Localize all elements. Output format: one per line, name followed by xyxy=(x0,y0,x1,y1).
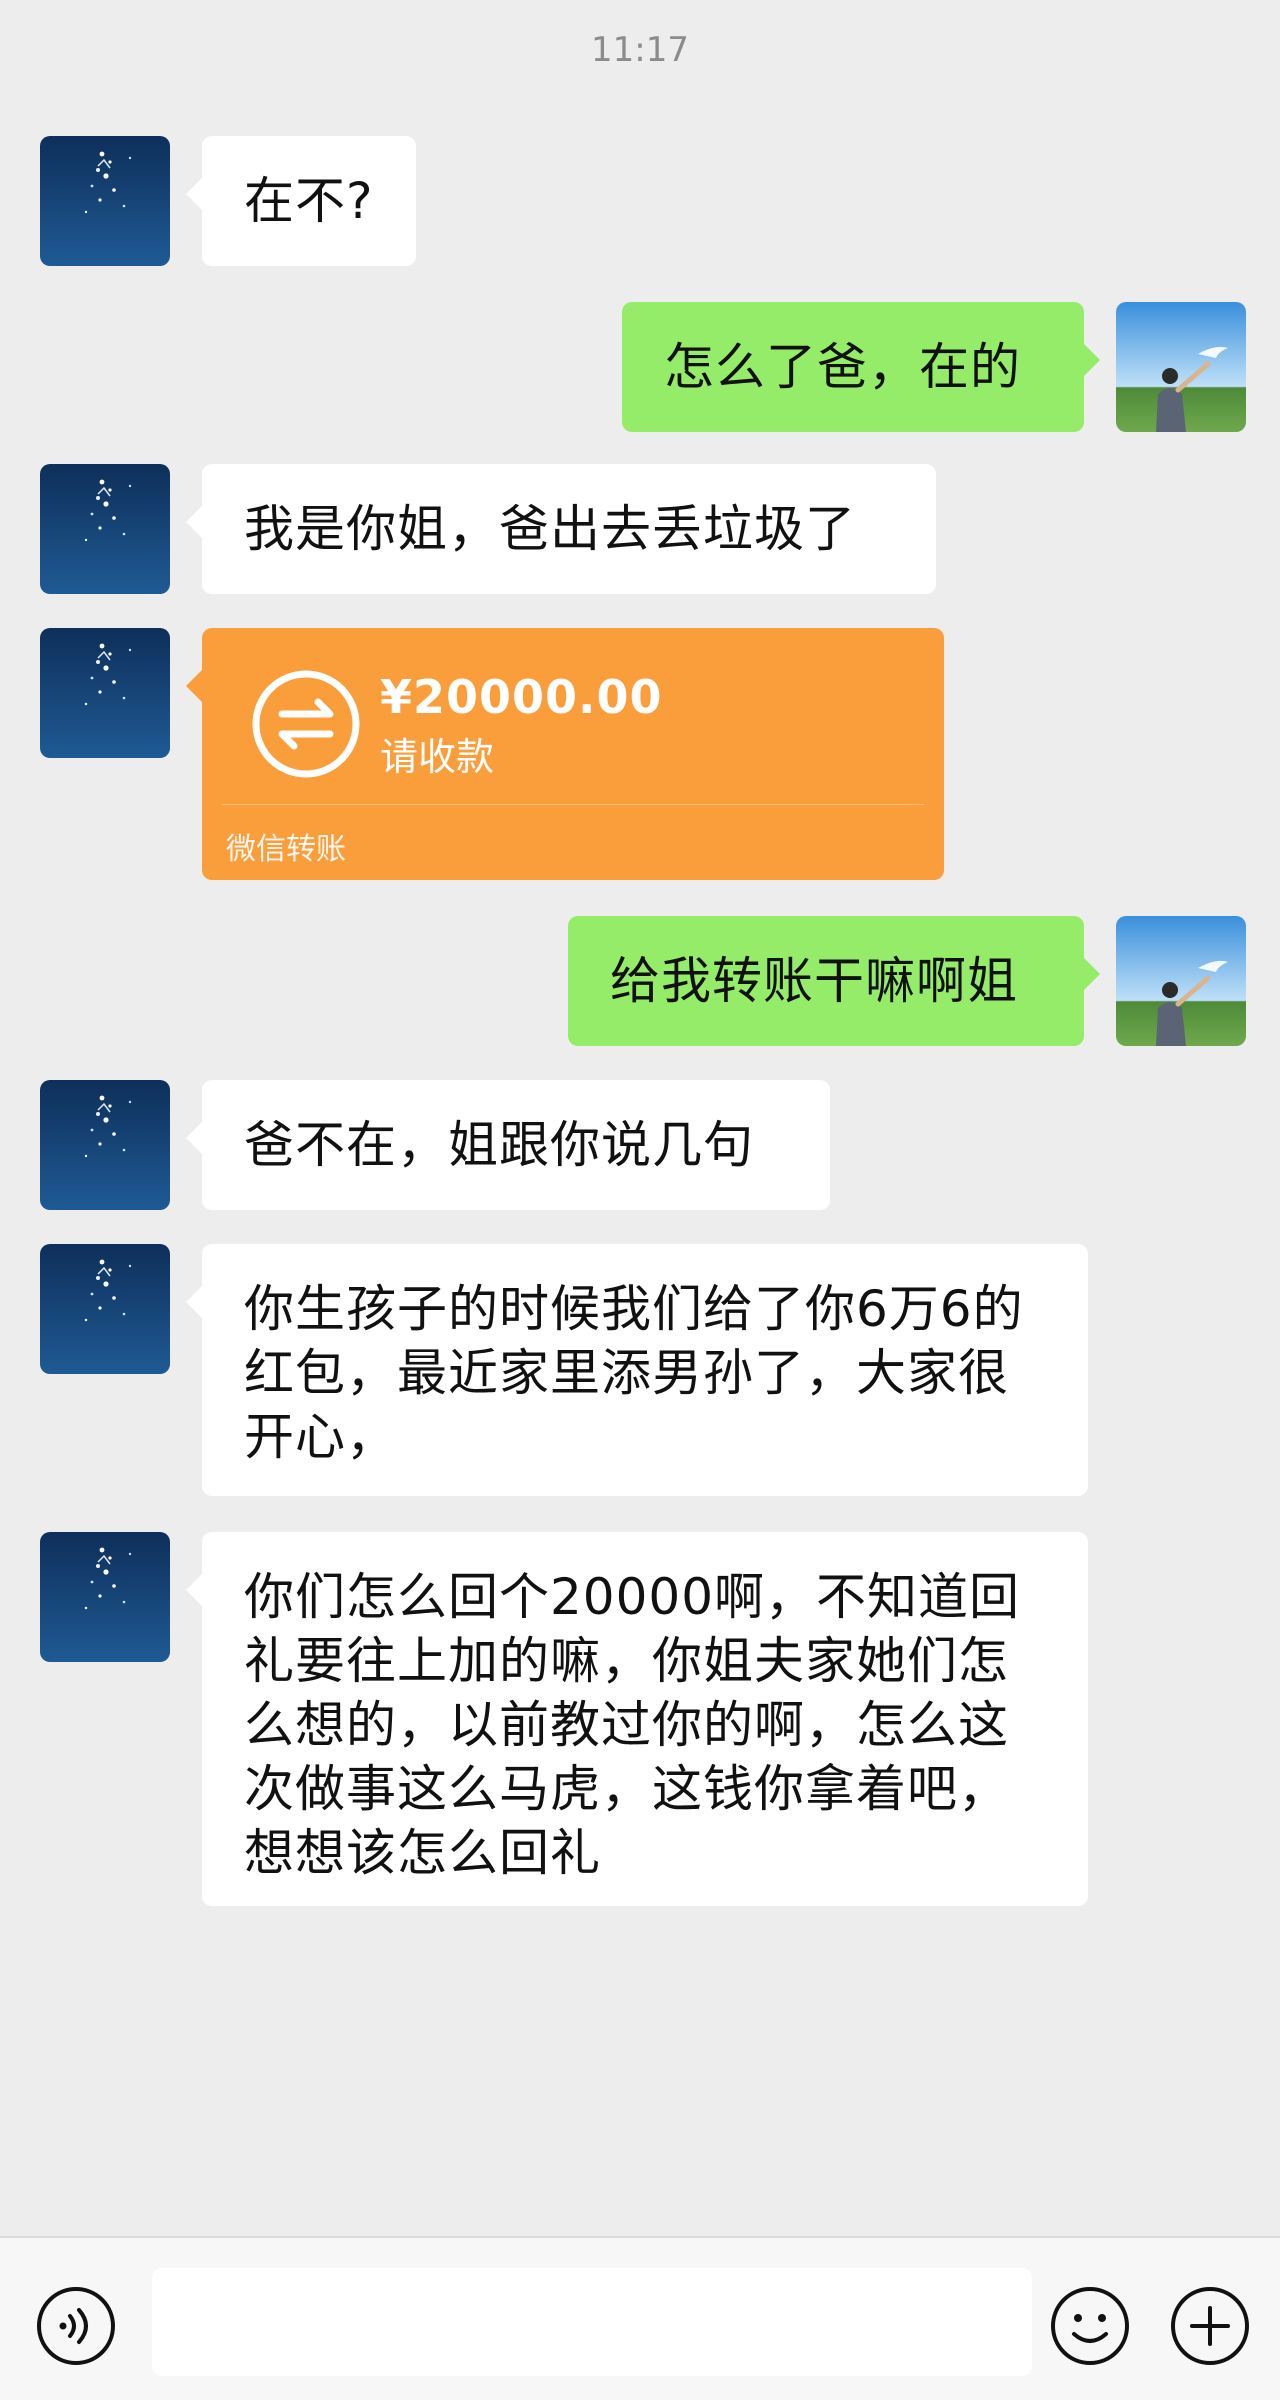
contact-avatar-image xyxy=(40,1244,170,1374)
contact-avatar[interactable] xyxy=(40,1532,170,1662)
my-avatar-image xyxy=(1116,302,1246,432)
plus-icon xyxy=(1171,2287,1249,2365)
message-bubble-incoming[interactable]: 我是你姐，爸出去丢垃圾了 xyxy=(186,464,936,594)
message-bubble-incoming[interactable]: 你们怎么回个20000啊，不知道回礼要往上加的嘛，你姐夫家她们怎么想的，以前教过… xyxy=(186,1532,1088,1906)
my-avatar-image xyxy=(1116,916,1246,1046)
contact-avatar[interactable] xyxy=(40,1080,170,1210)
voice-icon xyxy=(37,2287,115,2365)
more-button[interactable] xyxy=(1168,2284,1252,2368)
transfer-card[interactable]: ¥20000.00 请收款 微信转账 xyxy=(186,628,944,880)
message-bubble-incoming[interactable]: 爸不在，姐跟你说几句 xyxy=(186,1080,830,1210)
message-text: 在不? xyxy=(244,172,374,230)
transfer-divider xyxy=(222,804,924,805)
message-input[interactable] xyxy=(152,2268,1032,2376)
message-bubble-outgoing[interactable]: 给我转账干嘛啊姐 xyxy=(568,916,1100,1046)
message-text: 怎么了爸，在的 xyxy=(664,338,1021,396)
contact-avatar-image xyxy=(40,1532,170,1662)
message-text: 给我转账干嘛啊姐 xyxy=(610,952,1018,1010)
transfer-icon xyxy=(252,670,360,778)
contact-avatar-image xyxy=(40,464,170,594)
emoji-button[interactable] xyxy=(1048,2284,1132,2368)
message-text: 爸不在，姐跟你说几句 xyxy=(244,1116,754,1174)
contact-avatar[interactable] xyxy=(40,628,170,758)
transfer-source-label: 微信转账 xyxy=(226,832,346,867)
contact-avatar[interactable] xyxy=(40,1244,170,1374)
chat-input-bar xyxy=(0,2236,1280,2400)
message-bubble-incoming[interactable]: 你生孩子的时候我们给了你6万6的红包，最近家里添男孙了，大家很开心， xyxy=(186,1244,1088,1496)
contact-avatar-image xyxy=(40,628,170,758)
message-text: 我是你姐，爸出去丢垃圾了 xyxy=(244,500,856,558)
transfer-amount: ¥20000.00 xyxy=(380,670,663,724)
contact-avatar[interactable] xyxy=(40,136,170,266)
voice-button[interactable] xyxy=(34,2284,118,2368)
emoji-icon xyxy=(1051,2287,1129,2365)
my-avatar[interactable] xyxy=(1116,916,1246,1046)
contact-avatar[interactable] xyxy=(40,464,170,594)
transfer-status: 请收款 xyxy=(380,735,495,779)
message-bubble-incoming[interactable]: 在不? xyxy=(186,136,416,266)
message-text: 你们怎么回个20000啊，不知道回礼要往上加的嘛，你姐夫家她们怎么想的，以前教过… xyxy=(244,1568,1021,1882)
contact-avatar-image xyxy=(40,1080,170,1210)
message-text: 你生孩子的时候我们给了你6万6的红包，最近家里添男孙了，大家很开心， xyxy=(244,1280,1024,1466)
message-bubble-outgoing[interactable]: 怎么了爸，在的 xyxy=(622,302,1100,432)
my-avatar[interactable] xyxy=(1116,302,1246,432)
contact-avatar-image xyxy=(40,136,170,266)
message-timestamp: 11:17 xyxy=(591,30,689,70)
